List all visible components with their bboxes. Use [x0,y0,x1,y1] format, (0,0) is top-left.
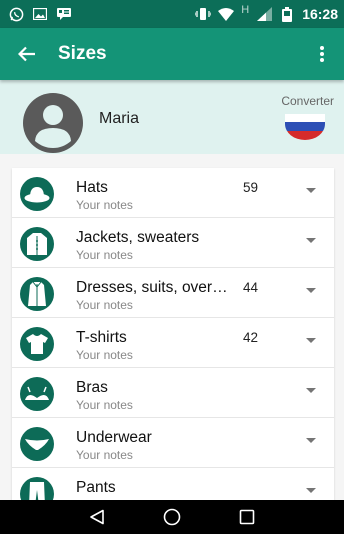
chevron-down-icon[interactable] [306,488,316,493]
category-list: Hats Your notes 59 Jackets, sweaters You… [12,168,334,518]
list-item-notes: Your notes [76,248,133,262]
chevron-down-icon[interactable] [306,238,316,243]
list-item-tshirts[interactable]: T-shirts Your notes 42 [12,318,334,368]
list-item-title: Bras [76,379,108,396]
list-item-size: 59 [243,180,259,195]
back-triangle-icon[interactable] [86,506,108,528]
chevron-down-icon[interactable] [306,388,316,393]
status-bar: H 16:28 [0,0,344,28]
chevron-down-icon[interactable] [306,288,316,293]
list-item-title: Dresses, suits, over… [76,279,228,296]
signal-icon [256,6,272,22]
battery-icon [279,6,295,22]
bra-icon [20,377,54,411]
coat-icon [20,277,54,311]
list-item-dresses[interactable]: Dresses, suits, over… Your notes 44 [12,268,334,318]
list-item-underwear[interactable]: Underwear Your notes [12,418,334,468]
list-item-notes: Your notes [76,448,133,462]
list-item-title: T-shirts [76,329,127,346]
tshirt-icon [20,327,54,361]
jacket-icon [20,227,54,261]
list-item-notes: Your notes [76,298,133,312]
chevron-down-icon[interactable] [306,188,316,193]
image-icon [32,6,48,22]
list-item-notes: Your notes [76,348,133,362]
avatar[interactable] [22,92,84,154]
more-vertical-icon[interactable] [310,42,334,66]
list-item-title: Underwear [76,429,152,446]
recents-square-icon[interactable] [236,506,258,528]
wifi-icon [218,6,235,22]
page-title: Sizes [58,43,107,64]
network-type-label: H [241,4,250,16]
list-item-hats[interactable]: Hats Your notes 59 [12,168,334,218]
chevron-down-icon[interactable] [306,438,316,443]
list-item-title: Pants [76,479,116,496]
hat-icon [20,177,54,211]
underwear-icon [20,427,54,461]
list-item-notes: Your notes [76,198,133,212]
list-item-jackets[interactable]: Jackets, sweaters Your notes [12,218,334,268]
list-item-notes: Your notes [76,398,133,412]
list-item-title: Jackets, sweaters [76,229,200,246]
converter-label[interactable]: Converter [281,94,334,108]
status-time: 16:28 [302,6,338,22]
list-item-size: 42 [243,330,259,345]
navigation-bar [0,500,344,534]
list-item-bras[interactable]: Bras Your notes [12,368,334,418]
vibrate-icon [195,6,212,22]
home-circle-icon[interactable] [161,506,183,528]
whatsapp-icon [8,6,24,22]
russia-flag-icon[interactable] [285,114,325,145]
list-item-title: Hats [76,179,108,196]
chevron-down-icon[interactable] [306,338,316,343]
app-bar: Sizes [0,28,344,80]
list-item-size: 44 [243,280,259,295]
arrow-left-icon[interactable] [18,46,36,62]
profile-name: Maria [99,110,140,127]
message-icon [56,6,72,22]
